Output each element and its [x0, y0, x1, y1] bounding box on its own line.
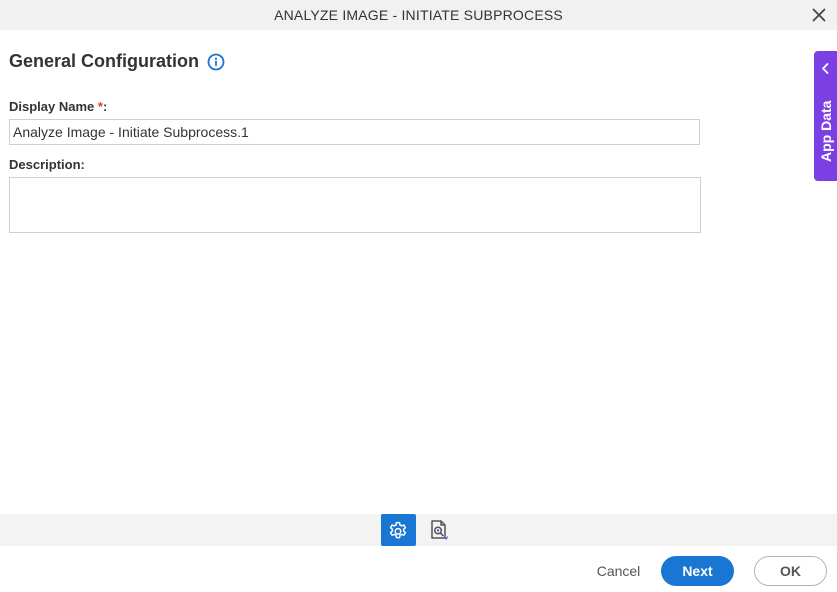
- description-label: Description:: [9, 157, 85, 172]
- tab-configuration[interactable]: [380, 514, 416, 546]
- tab-image-analysis[interactable]: [422, 514, 457, 546]
- description-textarea[interactable]: [9, 177, 701, 233]
- dialog-title: ANALYZE IMAGE - INITIATE SUBPROCESS: [274, 7, 563, 23]
- display-name-label-text: Display Name: [9, 99, 95, 114]
- info-icon[interactable]: [207, 53, 225, 71]
- section-title: General Configuration: [9, 51, 200, 71]
- app-data-label: App Data: [818, 100, 834, 162]
- cancel-button[interactable]: Cancel: [586, 556, 651, 586]
- display-name-label-suffix: :: [102, 99, 108, 114]
- chevron-left-icon: [822, 63, 829, 74]
- gear-icon: [389, 521, 407, 539]
- next-button[interactable]: Next: [661, 556, 734, 586]
- close-icon: [812, 8, 826, 22]
- section-header: General Configuration: [9, 51, 225, 72]
- display-name-input[interactable]: [9, 119, 700, 145]
- dialog-titlebar: ANALYZE IMAGE - INITIATE SUBPROCESS: [0, 0, 837, 30]
- app-data-panel-toggle[interactable]: App Data: [814, 51, 837, 181]
- ok-button[interactable]: OK: [754, 556, 827, 586]
- tab-strip: [0, 514, 837, 546]
- display-name-label: Display Name *:: [9, 99, 107, 114]
- close-button[interactable]: [809, 5, 829, 25]
- dialog: ANALYZE IMAGE - INITIATE SUBPROCESS Gene…: [0, 0, 837, 592]
- image-search-icon: [431, 520, 449, 540]
